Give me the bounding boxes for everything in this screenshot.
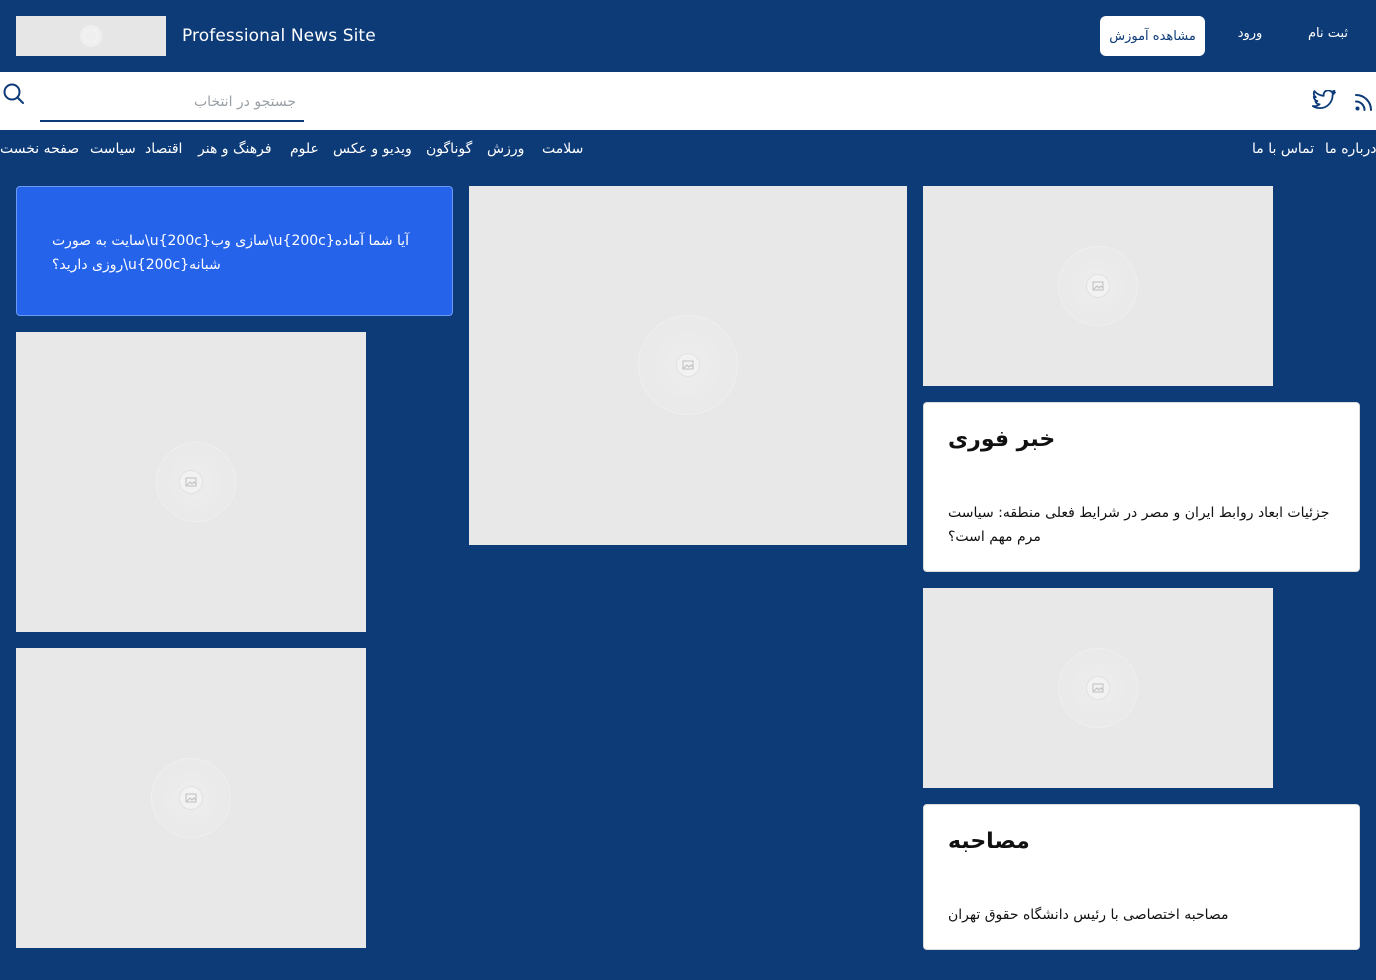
nav-miscellaneous[interactable]: گوناگون — [426, 141, 472, 157]
image-placeholder-icon — [1086, 676, 1110, 700]
nav-contact[interactable]: تماس با ما — [1252, 141, 1314, 157]
featured-image-placeholder[interactable] — [469, 186, 907, 545]
view-tutorial-button[interactable]: مشاهده آموزش — [1100, 16, 1205, 56]
nav-science[interactable]: علوم — [290, 141, 319, 157]
nav-video-photo[interactable]: ویدیو و عکس — [333, 141, 412, 157]
nav-about[interactable]: درباره ما — [1325, 141, 1376, 157]
top-header: Professional News Site مشاهده آموزش ورود… — [0, 0, 1376, 72]
news-image-placeholder[interactable] — [923, 588, 1273, 788]
search-icon[interactable] — [2, 82, 26, 106]
nav-culture-art[interactable]: فرهنگ و هنر — [198, 141, 272, 157]
image-placeholder-icon — [179, 786, 203, 810]
login-link[interactable]: ورود — [1222, 26, 1278, 41]
promo-card[interactable]: سایت به صورت\u{200c}سازی وب\u{200c}آیا ش… — [16, 186, 453, 316]
twitter-icon[interactable] — [1312, 90, 1336, 112]
interview-text: مصاحبه اختصاصی با رئیس دانشگاه حقوق تهرا… — [948, 907, 1229, 923]
breaking-news-title: خبر فوری — [948, 427, 1056, 452]
interview-title: مصاحبه — [948, 829, 1030, 854]
site-logo[interactable] — [16, 16, 166, 56]
news-image-placeholder[interactable] — [923, 186, 1273, 386]
interview-card[interactable]: مصاحبه مصاحبه اختصاصی با رئیس دانشگاه حق… — [923, 804, 1360, 950]
news-image-placeholder[interactable] — [16, 332, 366, 632]
breaking-news-card[interactable]: خبر فوری جزئیات ابعاد روابط ایران و مصر … — [923, 402, 1360, 572]
breaking-news-text: جزئیات ابعاد روابط ایران و مصر در شرایط … — [948, 505, 1330, 545]
logo-icon — [84, 29, 98, 43]
nav-home[interactable]: صفحه نخست — [0, 141, 79, 157]
news-image-placeholder[interactable] — [16, 648, 366, 948]
image-placeholder-icon — [676, 353, 700, 377]
search-bar — [0, 72, 1376, 130]
nav-politics[interactable]: سیاست — [90, 141, 136, 157]
nav-sports[interactable]: ورزش — [487, 141, 524, 157]
promo-text: سایت به صورت\u{200c}سازی وب\u{200c}آیا ش… — [52, 233, 410, 273]
register-link[interactable]: ثبت نام — [1296, 26, 1360, 41]
site-title: Professional News Site — [182, 26, 376, 46]
nav-economy[interactable]: اقتصاد — [145, 141, 182, 157]
image-placeholder-icon — [179, 470, 203, 494]
image-placeholder-icon — [1086, 274, 1110, 298]
nav-health[interactable]: سلامت — [542, 141, 583, 157]
search-input[interactable] — [40, 84, 304, 122]
rss-icon[interactable] — [1354, 92, 1374, 112]
